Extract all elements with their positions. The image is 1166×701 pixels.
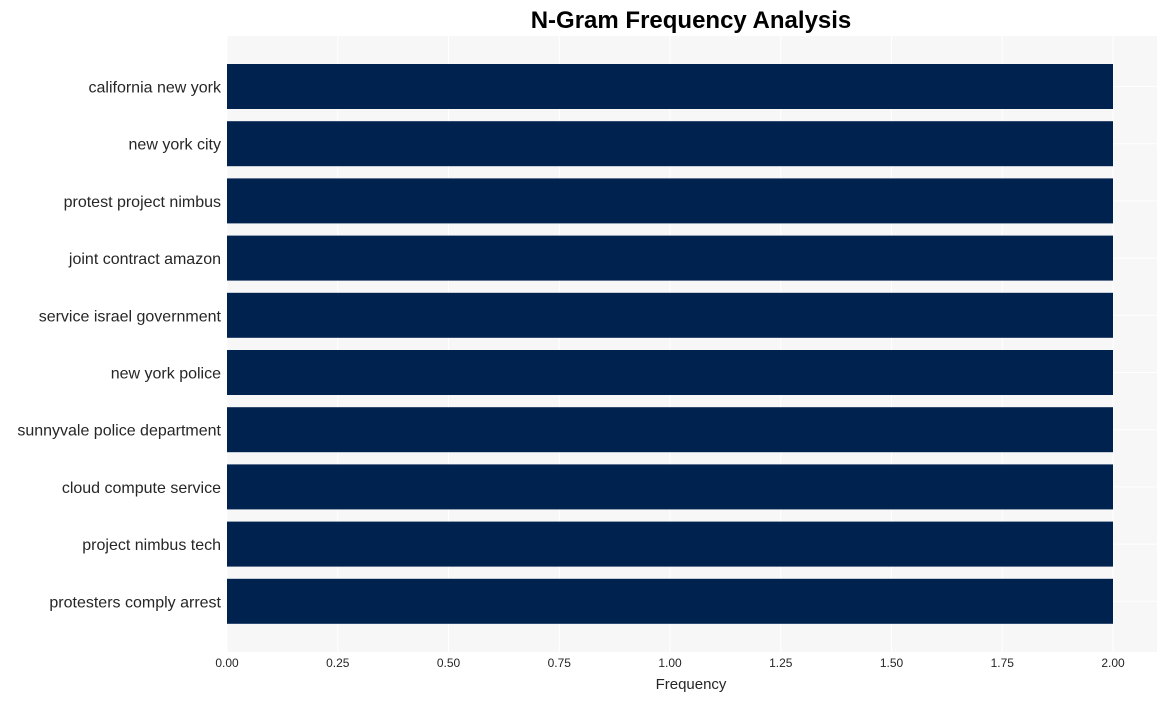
x-tick-label: 0.25 [326,656,350,670]
x-tick-label: 0.75 [548,656,572,670]
bar-sunnyvale-police-department [227,407,1113,453]
y-tick-label: sunnyvale police department [17,423,221,440]
x-tick-label: 1.25 [769,656,793,670]
y-tick-labels: california new york new york city protest … [17,80,222,612]
y-tick-label: project nimbus tech [82,537,221,554]
bar-protest-project-nimbus [227,178,1113,224]
bar-california-new-york [227,64,1113,109]
chart: california new york new york city protest … [17,7,1157,693]
y-tick-label: protest project nimbus [64,194,221,211]
bar-project-nimbus-tech [227,521,1113,567]
bar-new-york-city [227,121,1113,167]
bar-joint-contract-amazon [227,235,1113,281]
y-tick-label: service israel government [39,308,222,325]
x-tick-label: 0.00 [215,656,239,670]
y-tick-label: joint contract amazon [68,251,221,268]
x-tick-label: 2.00 [1101,656,1125,670]
bar-cloud-compute-service [227,464,1113,510]
x-axis-label: Frequency [656,676,727,693]
bar-protesters-comply-arrest [227,578,1113,624]
y-tick-label: protesters comply arrest [49,594,221,611]
x-tick-label: 1.75 [991,656,1015,670]
x-tick-labels: 0.00 0.25 0.50 0.75 1.00 1.25 1.50 1.75 2.00 [215,656,1125,670]
y-tick-label: new york city [129,137,221,154]
x-tick-label: 1.50 [880,656,904,670]
y-tick-label: new york police [111,366,221,383]
bar-service-israel-government [227,292,1113,338]
x-tick-label: 1.00 [658,656,682,670]
y-tick-label: cloud compute service [62,480,221,497]
bar-new-york-police [227,350,1113,395]
y-tick-label: california new york [89,80,223,97]
x-tick-label: 0.50 [437,656,461,670]
chart-title: N-Gram Frequency Analysis [531,7,852,34]
